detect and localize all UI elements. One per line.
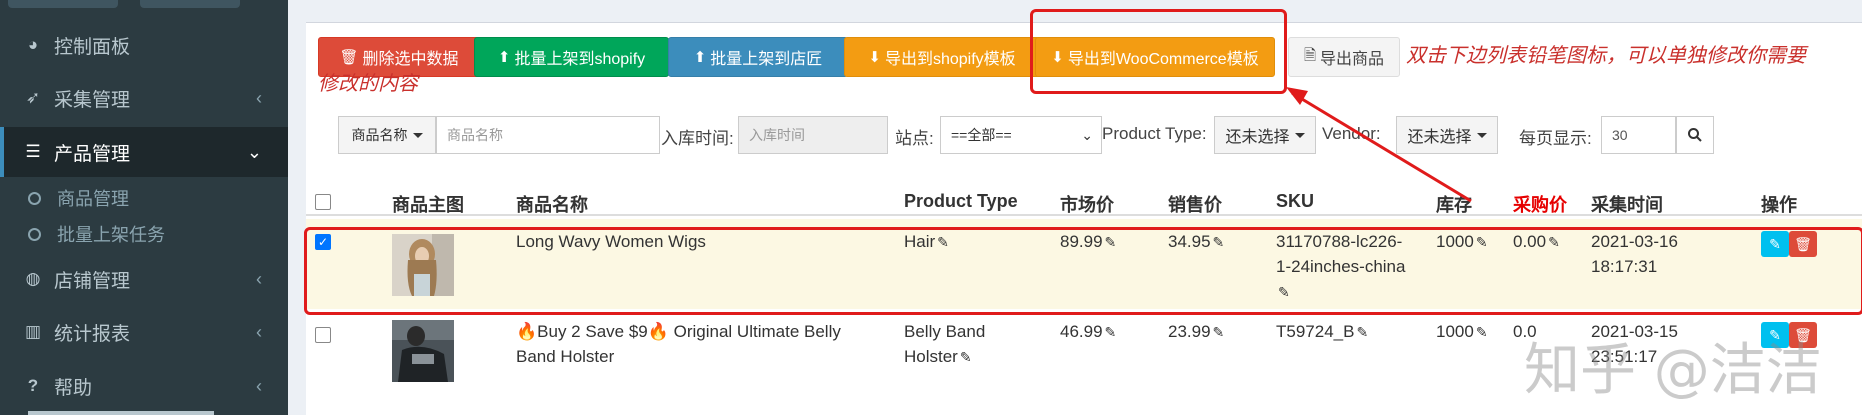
chevron-left-icon: ‹ [256,268,262,289]
circle-icon [28,227,41,241]
sidebar-item-label: 控制面板 [54,36,131,58]
chevron-left-icon: ‹ [256,375,262,396]
circle-icon [28,191,41,205]
question-icon: ? [27,376,39,395]
sidebar-top-edge [8,0,118,8]
sidebar-item-label: 统计报表 [54,323,131,345]
sidebar-item-dashboard[interactable]: ◕ 控制面板 [0,20,288,70]
chevron-down-icon: ⌄ [246,141,262,162]
sidebar-item-products[interactable]: ☰ 产品管理 ⌄ [0,127,288,177]
database-icon: ☰ [25,142,41,161]
product-panel: 🗑 删除选中数据 ⬆ 批量上架到shopify ⬆ 批量上架到店匠 ⬇ 导出到s… [304,9,1862,415]
sidebar: ◕ 控制面板 ➶ 采集管理 ‹ ☰ 产品管理 ⌄ 商品管理 批量上架任务 ◍ 店… [0,0,288,415]
sidebar-submenu: 商品管理 批量上架任务 [0,180,288,252]
sidebar-item-collection[interactable]: ➶ 采集管理 ‹ [0,73,288,123]
sidebar-item-label: 采集管理 [54,89,131,111]
chevron-left-icon: ‹ [256,321,262,342]
sidebar-subitem-product-management[interactable]: 商品管理 [0,180,288,216]
sidebar-item-help[interactable]: ? 帮助 ‹ [0,361,288,411]
rocket-icon: ➶ [25,88,41,107]
sidebar-item-label: 产品管理 [54,143,131,165]
sidebar-scroll-indicator [28,411,214,415]
globe-icon: ◍ [25,269,41,288]
sidebar-item-reports[interactable]: ▥ 统计报表 ‹ [0,307,288,357]
sidebar-item-label: 店铺管理 [54,270,131,292]
annotation-arrow [1286,87,1472,203]
sidebar-item-label: 帮助 [54,377,93,399]
dashboard-icon: ◕ [27,35,39,54]
sidebar-subitem-label: 批量上架任务 [57,225,165,245]
sidebar-subitem-label: 商品管理 [57,189,129,209]
bar-chart-icon: ▥ [24,322,42,341]
sidebar-top-edge [140,0,240,8]
chevron-left-icon: ‹ [256,87,262,108]
sidebar-item-stores[interactable]: ◍ 店铺管理 ‹ [0,254,288,304]
sidebar-subitem-batch-tasks[interactable]: 批量上架任务 [0,216,288,252]
